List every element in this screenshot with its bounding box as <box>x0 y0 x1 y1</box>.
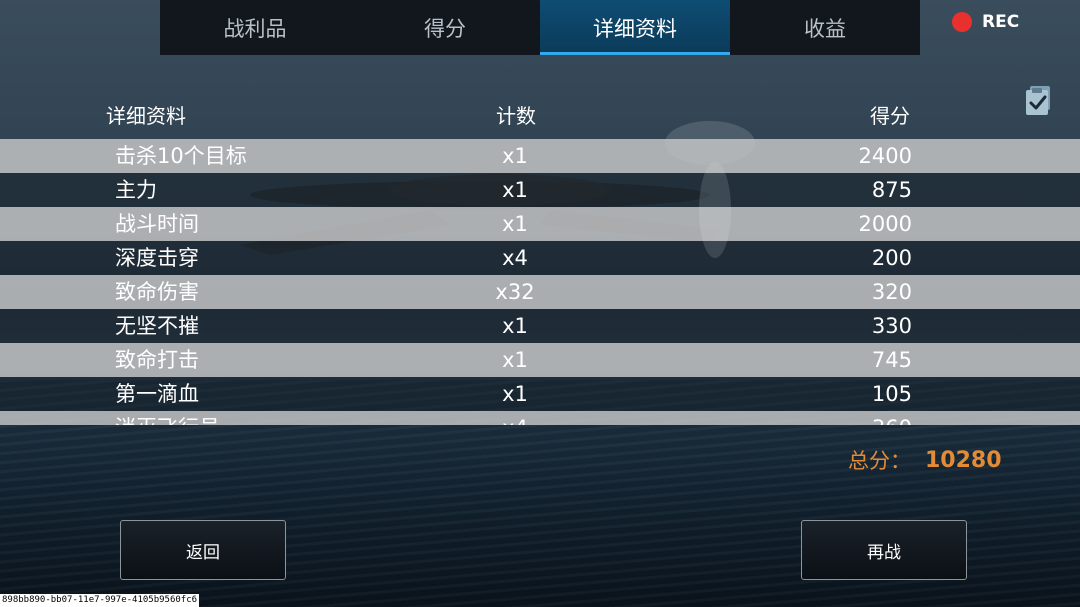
clipboard-check-icon[interactable] <box>1024 84 1054 116</box>
table-row: 致命伤害 x32 320 <box>0 275 1080 309</box>
row-score: 745 <box>871 348 912 372</box>
back-button[interactable]: 返回 <box>120 520 286 580</box>
session-id-label: 898bb890-bb07-11e7-997e-4105b9560fc6 <box>0 594 200 607</box>
table-row: 击杀10个目标 x1 2400 <box>0 139 1080 173</box>
row-name: 第一滴血 <box>115 382 199 406</box>
row-name: 无坚不摧 <box>115 314 199 338</box>
header-detail: 详细资料 <box>106 104 186 128</box>
tab-score[interactable]: 得分 <box>350 0 540 55</box>
row-name: 致命伤害 <box>115 280 199 304</box>
total-value: 10280 <box>925 447 1002 473</box>
row-score: 2400 <box>858 144 912 168</box>
row-count: x1 <box>502 144 528 168</box>
total-label: 总分： <box>848 449 911 473</box>
table-row: 无坚不摧 x1 330 <box>0 309 1080 343</box>
row-name: 主力 <box>115 178 157 202</box>
tab-bar: 战利品 得分 详细资料 收益 <box>160 0 920 55</box>
row-score: 105 <box>871 382 912 406</box>
row-count: x4 <box>502 246 528 270</box>
row-name: 致命打击 <box>115 348 199 372</box>
recording-label: REC <box>982 12 1020 32</box>
header-count: 计数 <box>496 104 536 128</box>
row-name: 击杀10个目标 <box>115 144 247 168</box>
table-row: 消灭飞行员 x4 360 <box>0 411 1080 425</box>
row-score: 200 <box>871 246 912 270</box>
row-name: 战斗时间 <box>115 212 199 236</box>
table-row: 第一滴血 x1 105 <box>0 377 1080 411</box>
row-name: 消灭飞行员 <box>115 411 220 425</box>
row-score: 320 <box>871 280 912 304</box>
total-score: 总分： 10280 <box>848 445 1002 475</box>
tab-earnings[interactable]: 收益 <box>730 0 920 55</box>
row-score: 2000 <box>858 212 912 236</box>
table-row: 致命打击 x1 745 <box>0 343 1080 377</box>
recording-indicator[interactable]: REC <box>952 12 1019 32</box>
row-count: x1 <box>502 314 528 338</box>
row-count: x1 <box>502 178 528 202</box>
table-row: 主力 x1 875 <box>0 173 1080 207</box>
tab-details[interactable]: 详细资料 <box>540 0 730 55</box>
table-row: 深度击穿 x4 200 <box>0 241 1080 275</box>
row-count: x1 <box>502 382 528 406</box>
tab-loot[interactable]: 战利品 <box>160 0 350 55</box>
row-count: x4 <box>460 411 570 425</box>
details-table[interactable]: 击杀10个目标 x1 2400 主力 x1 875 战斗时间 x1 2000 深… <box>0 139 1080 425</box>
row-count: x32 <box>495 280 535 304</box>
row-count: x1 <box>502 212 528 236</box>
header-score: 得分 <box>870 104 910 128</box>
row-score: 875 <box>871 178 912 202</box>
record-dot-icon <box>952 12 972 32</box>
play-again-button[interactable]: 再战 <box>801 520 967 580</box>
table-row: 战斗时间 x1 2000 <box>0 207 1080 241</box>
row-score: 330 <box>871 314 912 338</box>
row-count: x1 <box>502 348 528 372</box>
row-name: 深度击穿 <box>115 246 199 270</box>
row-score: 360 <box>760 411 912 425</box>
